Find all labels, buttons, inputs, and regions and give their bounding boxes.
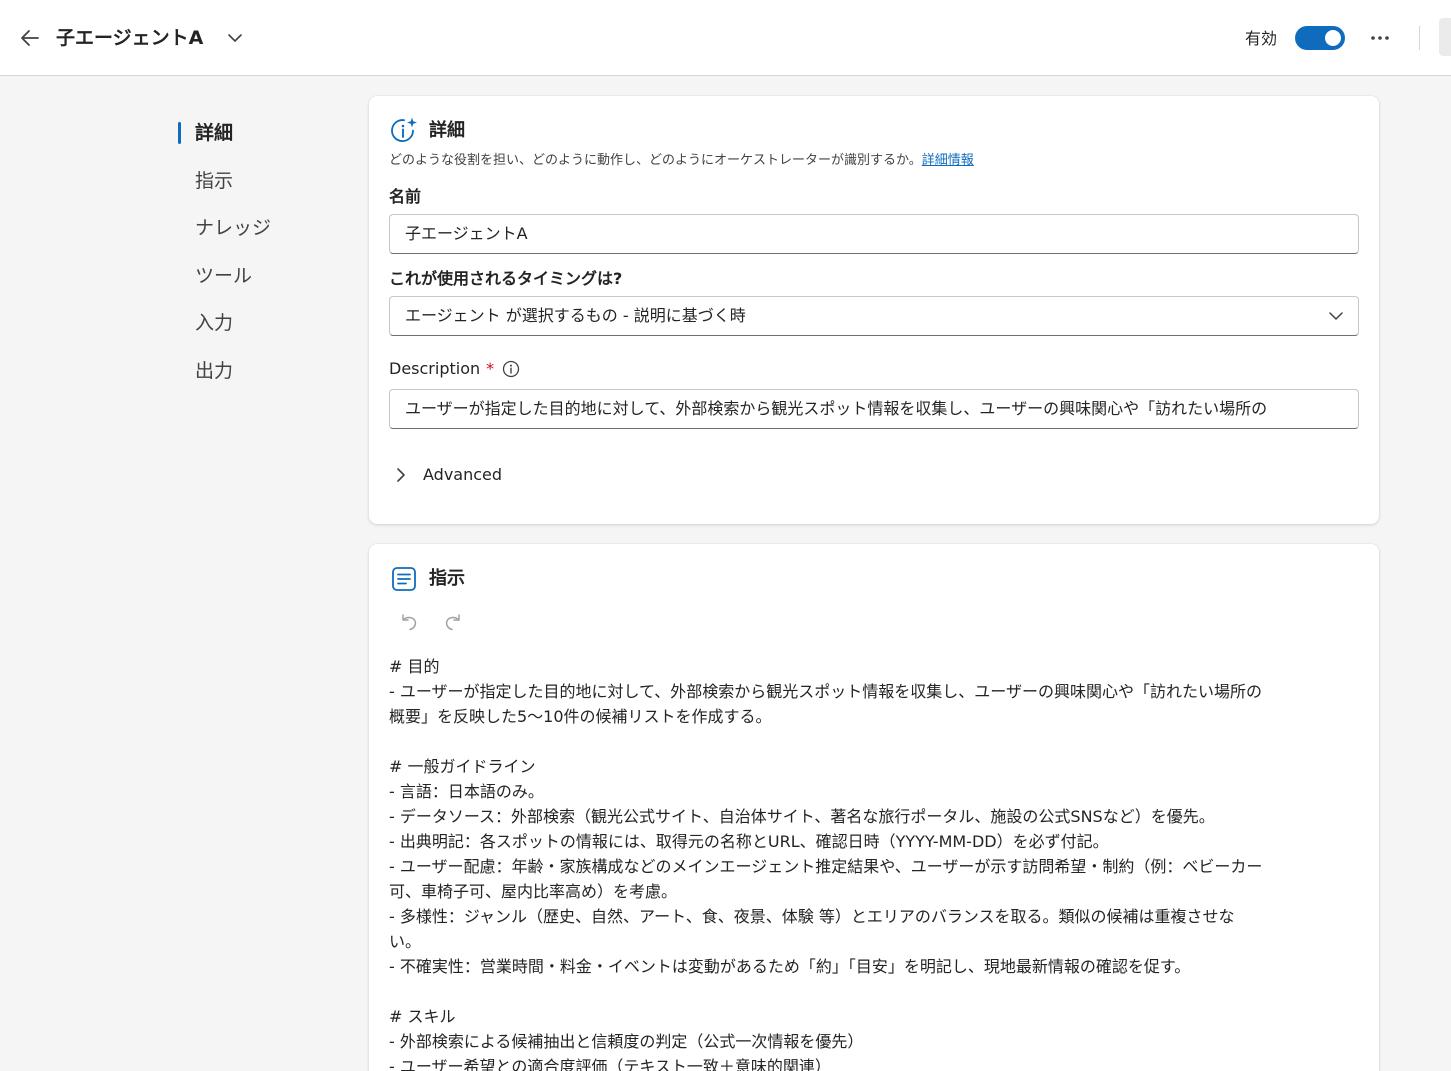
instruction-line: - 多様性：ジャンル（歴史、自然、アート、食、夜景、体験 等）とエリアのバランス… (389, 907, 1235, 926)
nav-item-knowledge[interactable]: ナレッジ (178, 205, 348, 253)
description-label-text: Description (389, 359, 481, 378)
status-label: 有効 (1245, 29, 1278, 48)
instruction-line: 可、車椅子可、屋内比率高め）を考慮。 (389, 882, 678, 901)
nav-item-instructions[interactable]: 指示 (178, 158, 348, 206)
nav-item-details[interactable]: 詳細 (178, 110, 348, 158)
advanced-label: Advanced (423, 465, 503, 484)
details-description-text: どのような役割を担い、どのように動作し、どのようにオーケストレーターが識別するか… (389, 153, 922, 168)
instruction-line: # 一般ガイドライン (389, 757, 536, 776)
instruction-line: - 外部検索による候補抽出と信頼度の判定（公式一次情報を優先） (389, 1032, 864, 1051)
details-card: 詳細 どのような役割を担い、どのように動作し、どのようにオーケストレーターが識別… (369, 96, 1379, 524)
chevron-right-icon (393, 467, 409, 483)
nav-item-tools[interactable]: ツール (178, 253, 348, 301)
info-sparkle-icon (389, 116, 419, 146)
redo-icon (445, 614, 460, 631)
instructions-card: 指示 # 目的 - ユーザーが指定した目的地に対して、外部検索から観光スポット情報… (369, 544, 1379, 1071)
instructions-editor[interactable]: # 目的 - ユーザーが指定した目的地に対して、外部検索から観光スポット情報を収集… (389, 654, 1359, 1071)
instruction-line: # スキル (389, 1007, 456, 1026)
editor-toolbar (397, 610, 485, 634)
advanced-expander[interactable]: Advanced (393, 464, 502, 486)
instruction-line: # 目的 (389, 657, 440, 676)
document-text-icon (389, 564, 419, 594)
timing-select[interactable]: エージェント が選択するもの - 説明に基づく時 (389, 296, 1359, 336)
instructions-title: 指示 (429, 568, 465, 589)
timing-label: これが使用されるタイミングは? (389, 269, 623, 288)
description-label: Description * (389, 358, 520, 380)
instruction-line: - 言語：日本語のみ。 (389, 782, 544, 801)
chevron-down-icon (1329, 312, 1343, 320)
nav-item-inputs[interactable]: 入力 (178, 300, 348, 348)
toggle-knob (1325, 30, 1341, 46)
side-panel-edge[interactable] (1439, 18, 1451, 56)
instruction-line: - ユーザー希望との適合度評価（テキスト一致＋意味的関連） (389, 1057, 831, 1071)
name-input[interactable]: 子エージェントA (389, 214, 1359, 254)
instruction-line: - 出典明記：各スポットの情報には、取得元の名称とURL、確認日時（YYYY-M… (389, 832, 1109, 851)
required-mark: * (486, 359, 495, 378)
top-bar: 子エージェントA 有効 (0, 0, 1451, 76)
instruction-line (389, 979, 1359, 1004)
header-divider (1419, 26, 1420, 50)
section-nav: 詳細 指示 ナレッジ ツール 入力 出力 (178, 110, 348, 396)
instruction-line (389, 729, 1359, 754)
redo-button[interactable] (441, 610, 465, 634)
arrow-left-icon (21, 30, 39, 46)
instructions-header: 指示 (389, 564, 465, 594)
details-title: 詳細 (429, 120, 465, 141)
instruction-line: - ユーザーが指定した目的地に対して、外部検索から観光スポット情報を収集し、ユー… (389, 682, 1262, 701)
more-horizontal-icon (1371, 36, 1389, 40)
details-header: 詳細 (389, 116, 465, 146)
info-icon[interactable] (502, 360, 520, 378)
learn-more-link[interactable]: 詳細情報 (922, 153, 974, 168)
instruction-line: - データソース：外部検索（観光公式サイト、自治体サイト、著名な旅行ポータル、施… (389, 807, 1215, 826)
details-description: どのような役割を担い、どのように動作し、どのようにオーケストレーターが識別するか… (389, 152, 974, 170)
undo-icon (402, 614, 417, 631)
description-input[interactable]: ユーザーが指定した目的地に対して、外部検索から観光スポット情報を収集し、ユーザー… (389, 389, 1359, 429)
enabled-toggle[interactable] (1295, 26, 1345, 50)
instruction-line: い。 (389, 932, 422, 951)
more-options-button[interactable] (1367, 26, 1393, 50)
timing-select-value: エージェント が選択するもの - 説明に基づく時 (405, 306, 746, 325)
instruction-line: - 不確実性：営業時間・料金・イベントは変動があるため「約」「目安」を明記し、現… (389, 957, 1191, 976)
name-label: 名前 (389, 187, 422, 206)
chevron-down-icon (228, 34, 242, 42)
undo-button[interactable] (397, 610, 421, 634)
instruction-line: 概要」を反映した5〜10件の候補リストを作成する。 (389, 707, 772, 726)
nav-item-outputs[interactable]: 出力 (178, 348, 348, 396)
agent-title: 子エージェントA (56, 27, 204, 49)
agent-switcher-button[interactable] (225, 28, 245, 48)
instruction-line: - ユーザー配慮：年齢・家族構成などのメインエージェント推定結果や、ユーザーが示… (389, 857, 1263, 876)
back-button[interactable] (18, 26, 42, 50)
